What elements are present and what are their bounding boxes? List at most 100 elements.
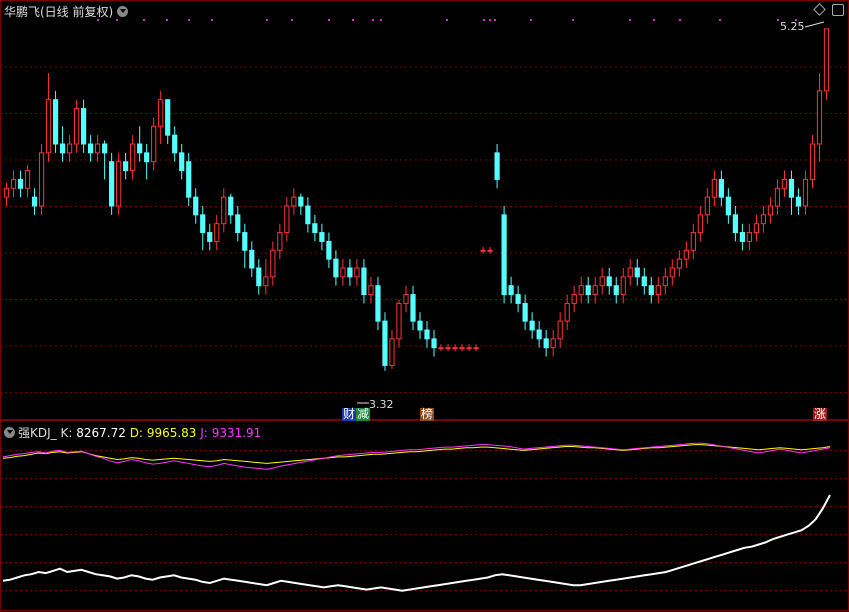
candle-body xyxy=(158,99,164,127)
candle-body xyxy=(809,143,816,180)
candle-body xyxy=(781,178,788,189)
candle-body xyxy=(354,267,360,278)
candle-body xyxy=(3,187,10,198)
marker-dot xyxy=(530,19,532,21)
candle-body xyxy=(17,178,24,189)
candle-body xyxy=(655,285,661,296)
marker-dot xyxy=(653,19,655,21)
stock-title: 华鹏飞(日线 前复权) xyxy=(4,5,114,19)
low-price-annotation: 3.32 xyxy=(369,398,394,411)
marker-dot xyxy=(494,19,496,21)
candle-body xyxy=(690,232,696,251)
candle-body xyxy=(592,285,598,296)
candle-body xyxy=(543,338,549,349)
candle-body xyxy=(263,276,269,287)
marker-dot xyxy=(266,19,268,21)
candle-body xyxy=(235,214,241,234)
candle-body xyxy=(45,99,52,154)
candle-body xyxy=(95,143,101,154)
price-panel-frame xyxy=(0,0,849,420)
candle-body xyxy=(564,302,570,322)
candle-body xyxy=(704,196,710,216)
candle-body xyxy=(179,152,185,172)
candle-body xyxy=(326,240,332,260)
marker-dot xyxy=(446,19,448,21)
candle-body xyxy=(529,320,535,331)
candle-body xyxy=(333,258,339,278)
candle-body xyxy=(494,152,500,180)
candle-body xyxy=(368,285,374,296)
candle-body xyxy=(144,152,150,163)
marker-dot xyxy=(380,19,382,21)
candle-body xyxy=(242,232,248,251)
marker-dot xyxy=(291,19,293,21)
candle-body xyxy=(487,249,493,252)
candle-body xyxy=(319,232,325,242)
kdj-lines xyxy=(2,442,831,592)
candle-body xyxy=(52,99,59,145)
candle-body xyxy=(410,294,416,322)
ranking-tag[interactable]: 榜 xyxy=(420,408,435,421)
candle-body xyxy=(795,196,802,207)
candle-body xyxy=(473,347,479,350)
candle-body xyxy=(445,347,451,350)
indicator-name[interactable]: 强KDJ_ xyxy=(18,426,57,440)
marker-dots xyxy=(97,19,825,404)
candle-body xyxy=(73,108,80,145)
candle-body xyxy=(66,143,73,154)
marker-dot xyxy=(166,19,168,21)
candle-body xyxy=(515,294,521,304)
candle-body xyxy=(151,125,157,163)
candle-body xyxy=(102,143,108,154)
candle-body xyxy=(459,347,465,350)
chart-title[interactable]: 华鹏飞(日线 前复权) xyxy=(4,3,129,20)
candle-body xyxy=(739,232,745,242)
candle-body xyxy=(648,285,654,296)
candle-body xyxy=(80,108,87,145)
candle-body xyxy=(718,178,724,198)
candle-body xyxy=(767,205,774,216)
candle-body xyxy=(200,214,206,234)
candle-body xyxy=(291,196,297,207)
marker-dot xyxy=(572,19,574,21)
marker-dot xyxy=(211,19,213,21)
panel-control-icon[interactable] xyxy=(832,4,844,16)
candle-body xyxy=(417,320,423,331)
candle-body xyxy=(38,152,45,207)
k-label: K: xyxy=(60,426,73,440)
chart-canvas xyxy=(0,0,849,611)
candle-body xyxy=(557,320,563,340)
candle-body xyxy=(508,285,514,296)
candle-body xyxy=(452,347,458,350)
finance-tag[interactable]: 财 xyxy=(342,408,357,421)
candle-body xyxy=(130,143,136,172)
candle-body xyxy=(193,196,199,216)
candle-body xyxy=(396,302,402,340)
reduce-tag[interactable]: 减 xyxy=(356,408,371,421)
candle-body xyxy=(669,267,675,278)
candle-body xyxy=(361,267,367,296)
candle-body xyxy=(613,285,619,296)
candle-body xyxy=(424,329,430,340)
candle-body xyxy=(732,214,738,234)
candle-body xyxy=(123,161,129,172)
marker-dot xyxy=(679,19,681,21)
kdj-header: 强KDJ_ K: 8267.72 D: 9965.83 J: 9331.91 xyxy=(4,424,261,441)
candle-body xyxy=(31,196,38,207)
candle-body xyxy=(172,134,178,154)
candle-body xyxy=(480,249,486,252)
candle-body xyxy=(585,285,591,296)
limit-up-tag[interactable]: 涨 xyxy=(813,408,828,421)
candle-body xyxy=(620,276,626,296)
grid-lines xyxy=(0,0,849,611)
marker-dot xyxy=(489,19,491,21)
d-label: D: xyxy=(129,426,143,440)
candle-body xyxy=(438,347,444,350)
candle-body xyxy=(382,320,388,366)
candle-body xyxy=(578,285,584,296)
title-dropdown-icon[interactable] xyxy=(117,6,129,17)
candle-body xyxy=(753,223,760,234)
indicator-dropdown-icon[interactable] xyxy=(4,427,15,438)
marker-dot xyxy=(188,19,190,21)
candle-body xyxy=(697,214,703,234)
